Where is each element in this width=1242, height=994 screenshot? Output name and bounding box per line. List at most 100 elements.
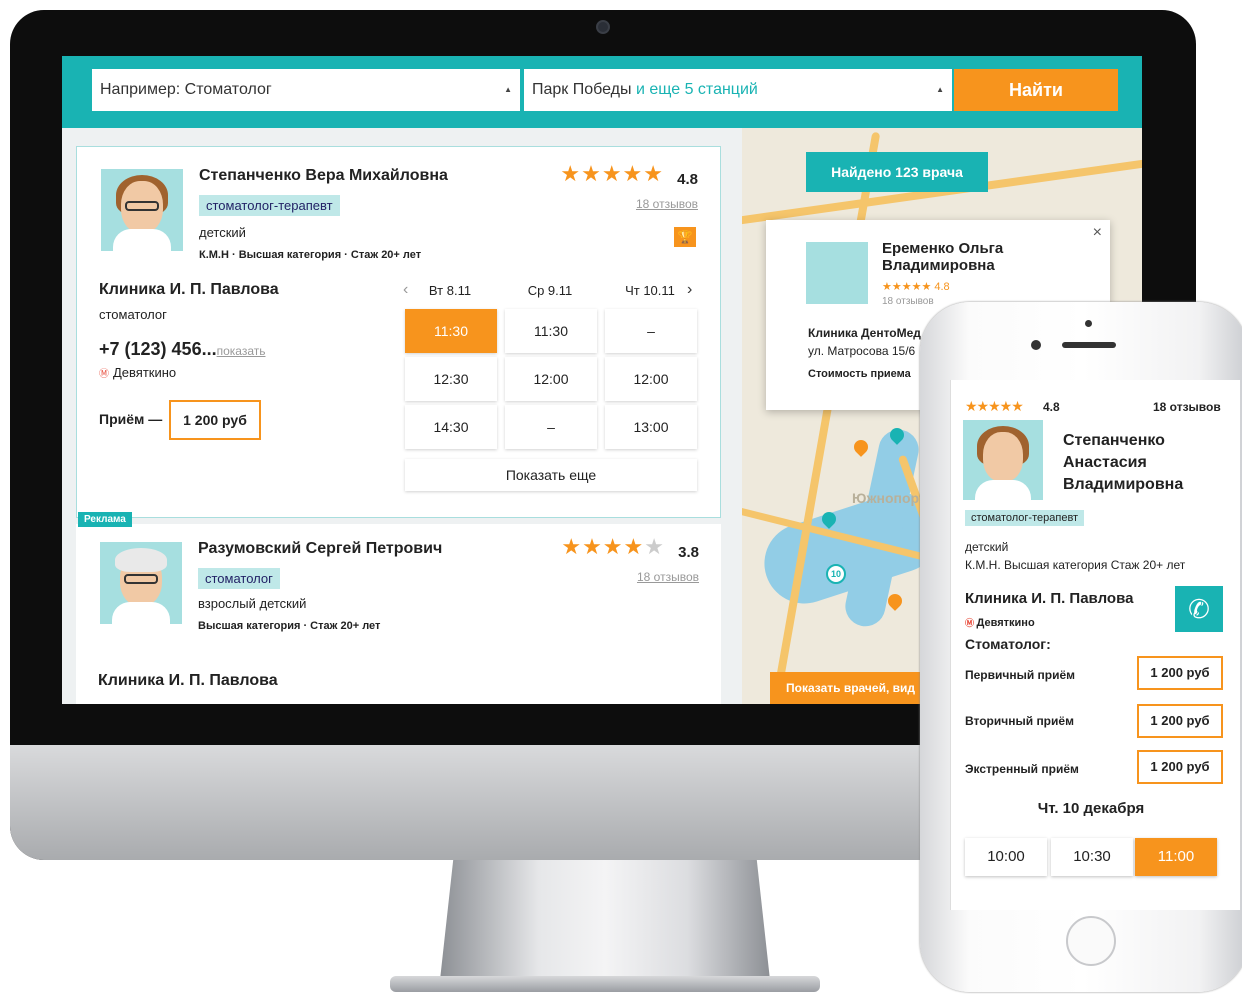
ttk-badge: 10 xyxy=(826,564,846,584)
popup-address: ул. Матросова 15/6 xyxy=(808,344,916,358)
reviews-link[interactable]: 18 отзывов xyxy=(636,197,698,211)
specialty-badge: стоматолог-терапевт xyxy=(199,195,340,216)
mobile-avatar xyxy=(963,420,1043,500)
mobile-time-slot[interactable]: 10:00 xyxy=(965,838,1047,876)
dropdown-caret-icon[interactable]: ▲ xyxy=(504,69,512,111)
metro-station: Ⓜ Девяткино xyxy=(99,365,176,380)
reviews-link[interactable]: 18 отзывов xyxy=(637,570,699,584)
mobile-specialty-badge: стоматолог-терапевт xyxy=(965,510,1085,526)
mobile-credentials: К.М.Н. Высшая категория Стаж 20+ лет xyxy=(965,558,1186,572)
credentials: К.М.Н · Высшая категория · Стаж 20+ лет xyxy=(199,249,422,261)
find-button[interactable]: Найти xyxy=(954,69,1118,111)
search-bar: Например: Стоматолог ▲ Парк Победы и еще… xyxy=(62,56,1142,128)
time-slot: – xyxy=(605,309,697,353)
time-slot[interactable]: 14:30 xyxy=(405,405,497,449)
doctor-card: Реклама Разумовский Сергей Петрович стом… xyxy=(76,512,721,704)
award-icon: 🏆 xyxy=(674,227,696,247)
service-label: Первичный приём xyxy=(965,668,1076,682)
popup-avatar xyxy=(806,242,868,304)
service-price[interactable]: 1 200 руб xyxy=(1137,704,1223,738)
metro-icon: Ⓜ xyxy=(965,618,977,628)
rating-stars: ★★★★★ xyxy=(560,161,664,186)
clinic-name[interactable]: Клиника И. П. Павлова xyxy=(98,672,278,690)
clinic-name[interactable]: Клиника И. П. Павлова xyxy=(99,281,279,299)
mobile-age-group: детский xyxy=(965,540,1009,554)
age-group: детский xyxy=(199,225,246,240)
service-price[interactable]: 1 200 руб xyxy=(1137,656,1223,690)
metro-value: Парк Победы xyxy=(532,81,632,98)
mobile-time-slot[interactable]: 10:30 xyxy=(1051,838,1133,876)
service-label: Вторичный приём xyxy=(965,714,1074,728)
ad-badge: Реклама xyxy=(78,512,132,527)
popup-rating: ★★★★★ 4.8 xyxy=(882,281,950,293)
monitor-camera xyxy=(596,20,610,34)
time-slot[interactable]: 13:00 xyxy=(605,405,697,449)
popup-doctor-name[interactable]: Еременко Ольга Владимировна xyxy=(882,240,1072,274)
mobile-rating-value: 4.8 xyxy=(1043,400,1060,414)
mobile-date: Чт. 10 декабря xyxy=(1037,800,1145,817)
credentials: Высшая категория · Стаж 20+ лет xyxy=(198,620,381,632)
dropdown-caret-icon[interactable]: ▲ xyxy=(936,69,944,111)
monitor-base xyxy=(390,976,820,992)
stars-filled: ★★★ xyxy=(561,534,624,559)
star-empty: ★ xyxy=(644,534,665,559)
phone-number: +7 (123) 456...показать xyxy=(99,339,265,360)
mobile-reviews[interactable]: 18 отзывов xyxy=(1153,400,1221,414)
rating-value: 4.8 xyxy=(677,171,698,188)
price-label: Приём — xyxy=(99,411,163,427)
mobile-metro-name: Девяткино xyxy=(976,617,1035,629)
time-slot[interactable]: 12:30 xyxy=(405,357,497,401)
show-phone-link[interactable]: показать xyxy=(217,344,266,358)
mobile-screen: ★★★★★ 4.8 18 отзывов Степанченко Анастас… xyxy=(950,380,1240,910)
map-pin-icon[interactable] xyxy=(851,437,871,457)
mobile-rating-stars: ★★★★★ xyxy=(965,398,1024,414)
mobile-doctor-name[interactable]: Степанченко Анастасия Владимировна xyxy=(1063,430,1233,496)
doctor-avatar[interactable] xyxy=(101,169,183,251)
service-label: Экстренный приём xyxy=(965,762,1079,776)
doctor-name[interactable]: Степанченко Вера Михайловна xyxy=(199,167,448,185)
popup-reviews[interactable]: 18 отзывов xyxy=(882,296,934,307)
map-district-label: Южнопорт xyxy=(852,490,926,506)
call-phone-icon[interactable]: ✆ xyxy=(1175,586,1223,632)
phone-text: +7 (123) 456... xyxy=(99,339,217,359)
day-header: Ср 9.11 xyxy=(527,283,573,298)
phone-camera xyxy=(1031,340,1041,350)
metro-more-stations: и еще 5 станций xyxy=(635,81,758,98)
popup-clinic: Клиника ДентоМед xyxy=(808,326,921,340)
mobile-clinic[interactable]: Клиника И. П. Павлова xyxy=(965,590,1133,607)
metro-select[interactable]: Парк Победы и еще 5 станций ▲ xyxy=(524,69,952,111)
doctor-name[interactable]: Разумовский Сергей Петрович xyxy=(198,540,442,558)
clinic-specialty: стоматолог xyxy=(99,307,167,322)
phone-speaker xyxy=(1062,342,1116,348)
rating-value: 3.8 xyxy=(678,544,699,561)
doctor-avatar[interactable] xyxy=(100,542,182,624)
service-price[interactable]: 1 200 руб xyxy=(1137,750,1223,784)
time-slot: – xyxy=(505,405,597,449)
home-button[interactable] xyxy=(1066,916,1116,966)
next-days-icon[interactable]: › xyxy=(687,281,692,299)
popup-cost-label: Стоимость приема xyxy=(808,368,911,380)
found-count-badge: Найдено 123 врача xyxy=(806,152,988,192)
specialty-placeholder: Например: Стоматолог xyxy=(100,81,272,98)
specialty-badge: стоматолог xyxy=(198,568,280,589)
specialty-search-input[interactable]: Например: Стоматолог ▲ xyxy=(92,69,520,111)
show-more-button[interactable]: Показать еще xyxy=(405,459,697,491)
mobile-time-slot[interactable]: 11:00 xyxy=(1135,838,1217,876)
age-group: взрослый детский xyxy=(198,596,307,611)
time-slot[interactable]: 11:30 xyxy=(405,309,497,353)
mobile-metro: Ⓜ Девяткино xyxy=(965,616,1035,629)
time-slot[interactable]: 12:00 xyxy=(605,357,697,401)
mobile-section-title: Стоматолог: xyxy=(965,636,1051,652)
time-slot[interactable]: 12:00 xyxy=(505,357,597,401)
metro-name: Девяткино xyxy=(113,365,177,380)
doctor-card: Степанченко Вера Михайловна стоматолог-т… xyxy=(76,146,721,518)
metro-icon: Ⓜ xyxy=(99,369,109,380)
star-half: ★ xyxy=(623,534,645,559)
rating-stars: ★★★★★ xyxy=(561,534,665,560)
time-slot[interactable]: 11:30 xyxy=(505,309,597,353)
day-header: Вт 8.11 xyxy=(428,283,472,298)
price-box: 1 200 руб xyxy=(169,400,261,440)
phone-sensor xyxy=(1085,320,1092,327)
close-icon[interactable]: × xyxy=(1093,224,1102,242)
doctor-list: Степанченко Вера Михайловна стоматолог-т… xyxy=(62,128,742,704)
